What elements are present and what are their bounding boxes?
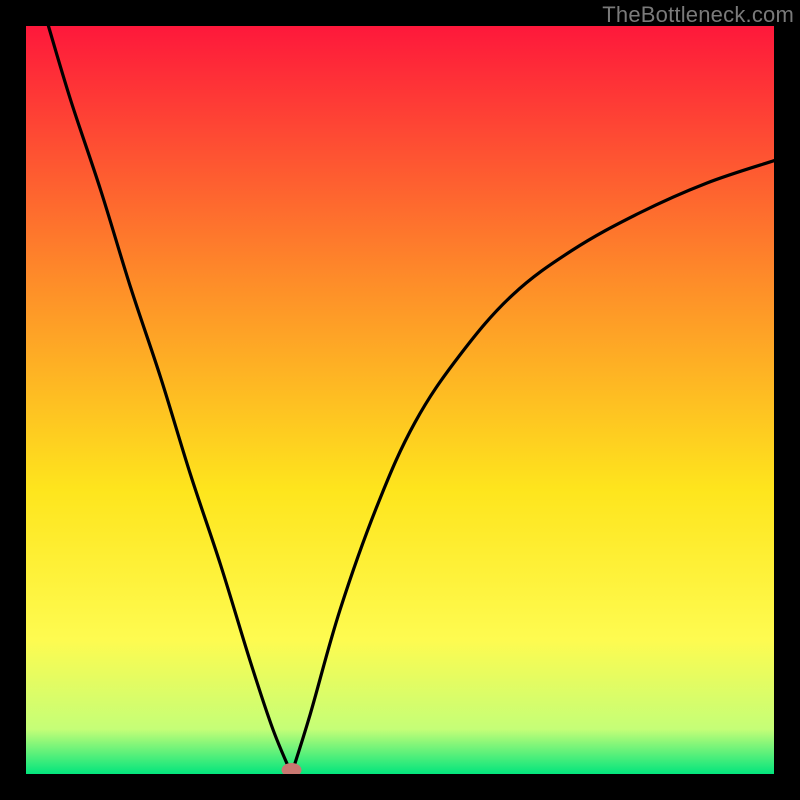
chart-svg <box>26 26 774 774</box>
gradient-background <box>26 26 774 774</box>
plot-area <box>26 26 774 774</box>
chart-frame: TheBottleneck.com <box>0 0 800 800</box>
watermark-text: TheBottleneck.com <box>602 2 794 28</box>
